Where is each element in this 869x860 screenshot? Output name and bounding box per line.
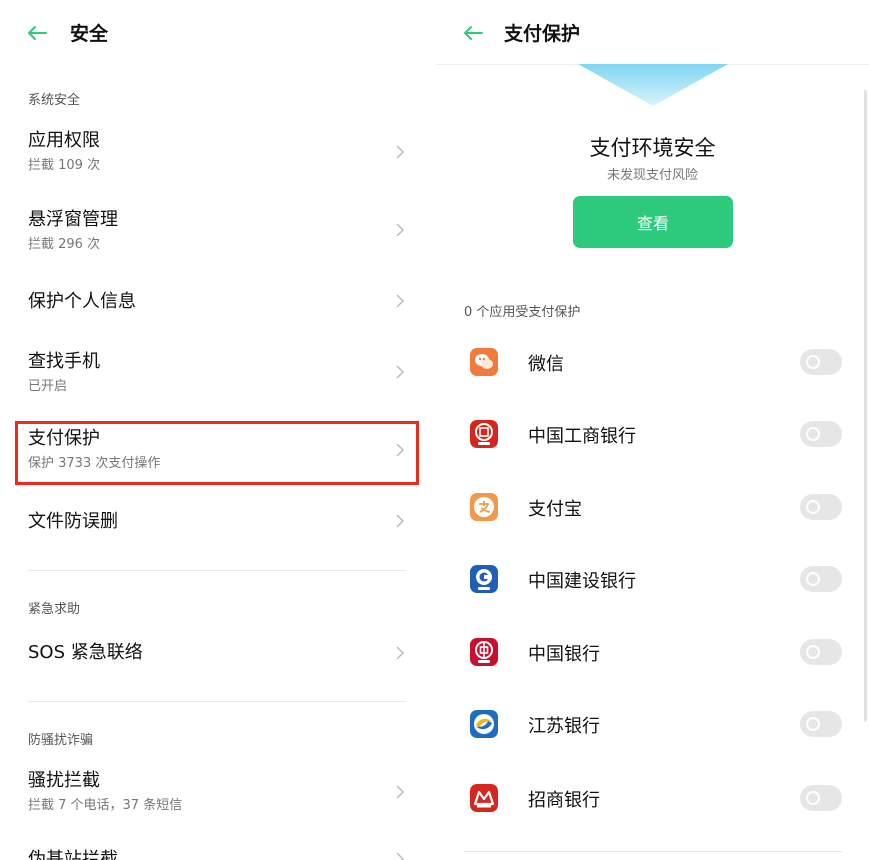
item-subtitle: 已开启 (28, 379, 68, 394)
app-row-wechat: 微信 (470, 342, 860, 382)
item-title: 应用权限 (28, 130, 100, 151)
chevron-right-icon (395, 364, 405, 380)
payment-env-title: 支付环境安全 (589, 136, 716, 160)
chevron-right-icon (395, 784, 405, 800)
item-title: 保护个人信息 (28, 291, 136, 312)
app-row-jsbank: 江苏银行 (470, 704, 860, 744)
divider (28, 701, 406, 702)
item-title: 查找手机 (28, 351, 100, 372)
toggle-knob (806, 645, 820, 659)
view-button[interactable]: 查看 (573, 196, 733, 248)
page-title: 安全 (70, 23, 109, 45)
back-arrow-icon[interactable] (26, 22, 48, 44)
icbc-icon (470, 420, 498, 448)
app-name: 支付宝 (528, 499, 582, 520)
toggle-knob (806, 717, 820, 731)
app-name: 中国工商银行 (528, 426, 636, 447)
toggle-knob (806, 791, 820, 805)
item-title: 骚扰拦截 (28, 770, 100, 791)
header: 支付保护 (436, 0, 869, 66)
toggle-knob (806, 355, 820, 369)
item-title: SOS 紧急联络 (28, 642, 143, 663)
divider (464, 851, 842, 852)
item-title: 文件防误删 (28, 511, 118, 532)
section-header-system-security: 系统安全 (28, 93, 81, 108)
section-header-emergency: 紧急求助 (28, 602, 81, 617)
alipay-icon (470, 493, 498, 521)
jsbank-icon (470, 710, 498, 738)
divider (28, 570, 406, 571)
protected-apps-count: 0 个应用受支付保护 (464, 305, 581, 320)
highlight-box (15, 421, 419, 485)
protection-toggle[interactable] (800, 639, 842, 665)
toggle-knob (806, 500, 820, 514)
protection-toggle[interactable] (800, 494, 842, 520)
app-name: 微信 (528, 354, 564, 375)
item-title: 悬浮窗管理 (28, 209, 118, 230)
list-item-sos-contact[interactable]: SOS 紧急联络 (28, 641, 408, 665)
chevron-right-icon (395, 293, 405, 309)
page-title: 支付保护 (504, 23, 581, 45)
header: 安全 (0, 0, 432, 66)
chevron-right-icon (395, 645, 405, 661)
app-name: 招商银行 (528, 790, 600, 811)
protection-toggle[interactable] (800, 785, 842, 811)
payment-env-subtitle: 未发现支付风险 (606, 168, 698, 183)
list-item-find-phone[interactable]: 查找手机 已开启 (28, 350, 408, 396)
protection-toggle[interactable] (800, 711, 842, 737)
app-row-cmb: 招商银行 (470, 778, 860, 818)
app-name: 中国建设银行 (528, 571, 636, 592)
item-title: 伪基站拦截 (28, 849, 118, 860)
chevron-right-icon (395, 851, 405, 860)
item-subtitle: 拦截 296 次 (28, 237, 101, 252)
list-item-file-delete-protection[interactable]: 文件防误删 (28, 510, 408, 534)
section-header-anti-harassment: 防骚扰诈骗 (28, 733, 94, 748)
cmb-icon (470, 784, 498, 812)
protection-toggle[interactable] (800, 349, 842, 375)
toggle-knob (806, 427, 820, 441)
protection-toggle[interactable] (800, 421, 842, 447)
list-item-app-permissions[interactable]: 应用权限 拦截 109 次 (28, 129, 408, 175)
protection-toggle[interactable] (800, 566, 842, 592)
security-settings-panel: 安全 系统安全 应用权限 拦截 109 次 悬浮窗管理 拦截 296 次 保护个… (0, 0, 432, 860)
app-row-boc: 中国银行 (470, 632, 860, 672)
chevron-right-icon (395, 222, 405, 238)
app-row-icbc: 中国工商银行 (470, 414, 860, 454)
back-arrow-icon[interactable] (462, 22, 484, 44)
scrollbar[interactable] (864, 90, 867, 722)
app-name: 中国银行 (528, 644, 600, 665)
app-name: 江苏银行 (528, 716, 600, 737)
chevron-right-icon (395, 144, 405, 160)
payment-protection-panel: 支付保护 支付环境安全 未发现支付风险 查看 0 个应用受支付保护 微信 中国工… (436, 0, 869, 860)
shield-graphic (578, 64, 728, 106)
boc-icon (470, 638, 498, 666)
list-item-protect-personal-info[interactable]: 保护个人信息 (28, 290, 408, 314)
list-item-fake-base-station[interactable]: 伪基站拦截 (28, 848, 408, 860)
item-subtitle: 拦截 109 次 (28, 158, 101, 173)
list-item-floating-window[interactable]: 悬浮窗管理 拦截 296 次 (28, 208, 408, 254)
list-item-harassment-block[interactable]: 骚扰拦截 拦截 7 个电话，37 条短信 (28, 769, 408, 815)
app-row-ccb: 中国建设银行 (470, 559, 860, 599)
ccb-icon (470, 565, 498, 593)
app-row-alipay: 支付宝 (470, 487, 860, 527)
toggle-knob (806, 572, 820, 586)
wechat-icon (470, 348, 498, 376)
item-subtitle: 拦截 7 个电话，37 条短信 (28, 798, 183, 813)
chevron-right-icon (395, 513, 405, 529)
